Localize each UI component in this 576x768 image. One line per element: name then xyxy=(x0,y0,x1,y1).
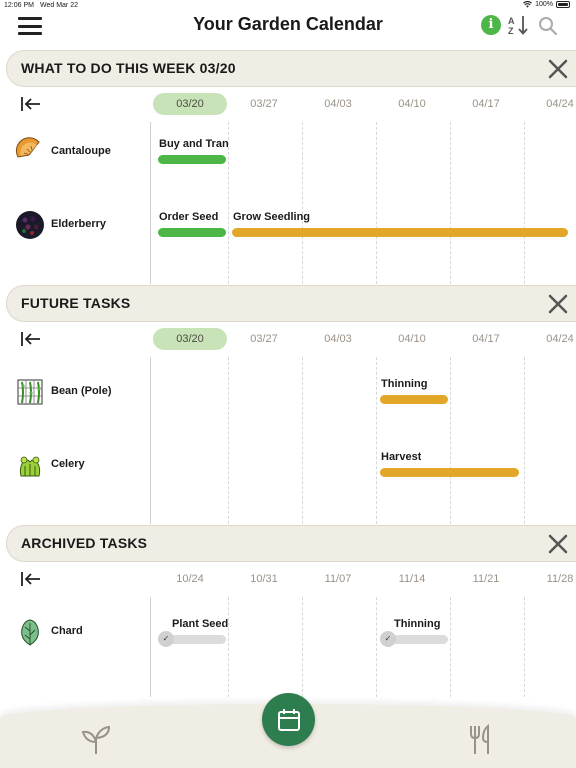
utensils-icon[interactable] xyxy=(468,724,494,756)
task-item[interactable]: Thinning xyxy=(380,378,448,408)
week-date[interactable]: 11/14 xyxy=(375,568,449,590)
section-title: WHAT TO DO THIS WEEK 03/20 xyxy=(21,60,236,76)
plant-row-elderberry[interactable]: Elderberry Order Seed Grow Seedling xyxy=(0,207,576,247)
week-date[interactable]: 03/27 xyxy=(227,93,301,115)
chard-icon xyxy=(21,619,39,646)
week-date[interactable]: 04/24 xyxy=(523,93,576,115)
close-icon[interactable] xyxy=(547,293,569,315)
plant-row-bean-pole[interactable]: Bean (Pole) Thinning xyxy=(0,374,576,414)
wifi-icon xyxy=(523,1,532,8)
status-time: 12:06 PM xyxy=(4,2,34,9)
check-icon: ✓ xyxy=(158,631,174,647)
section-header-this-week[interactable]: WHAT TO DO THIS WEEK 03/20 xyxy=(6,50,576,87)
plant-row-chard[interactable]: Chard Plant Seed ✓ Thinning ✓ xyxy=(0,614,576,654)
plant-name: Elderberry xyxy=(51,218,107,230)
task-bar xyxy=(158,228,226,237)
bean-icon xyxy=(17,379,43,405)
task-bar xyxy=(380,468,519,477)
task-item[interactable]: Grow Seedling xyxy=(232,211,568,241)
date-row: 03/20 03/27 04/03 04/10 04/17 04/24 xyxy=(0,328,576,350)
week-date[interactable]: 04/17 xyxy=(449,93,523,115)
status-right: 100% xyxy=(523,1,570,8)
task-item[interactable]: Thinning ✓ xyxy=(380,618,448,648)
task-label: Plant Seed xyxy=(172,618,229,630)
date-row: 10/24 10/31 11/07 11/14 11/21 11/28 xyxy=(0,568,576,590)
close-icon[interactable] xyxy=(547,533,569,555)
week-date[interactable]: 04/03 xyxy=(301,93,375,115)
calendar-button[interactable] xyxy=(262,693,315,746)
plant-name: Cantaloupe xyxy=(51,145,111,157)
collapse-left-icon[interactable] xyxy=(20,95,42,113)
status-date: Wed Mar 22 xyxy=(40,2,78,9)
week-date[interactable]: 11/21 xyxy=(449,568,523,590)
plant-name: Celery xyxy=(51,458,85,470)
task-label: Thinning xyxy=(381,378,428,390)
week-date[interactable]: 03/20 xyxy=(153,93,227,115)
task-item[interactable]: Order Seed xyxy=(158,211,226,241)
sort-az-icon[interactable]: A Z xyxy=(507,14,531,36)
task-item[interactable]: Plant Seed ✓ xyxy=(158,618,229,648)
plant-icon[interactable] xyxy=(80,724,112,756)
section-header-future[interactable]: FUTURE TASKS xyxy=(6,285,576,322)
week-date[interactable]: 04/17 xyxy=(449,328,523,350)
calendar-icon xyxy=(277,708,300,731)
collapse-left-icon[interactable] xyxy=(20,330,42,348)
top-bar: Your Garden Calendar i A Z xyxy=(0,12,576,50)
task-label: Order Seed xyxy=(159,211,219,223)
week-date[interactable]: 11/07 xyxy=(301,568,375,590)
task-item[interactable]: Buy and Tran... xyxy=(158,138,229,168)
plant-name: Chard xyxy=(51,625,83,637)
week-date[interactable]: 04/10 xyxy=(375,93,449,115)
search-icon[interactable] xyxy=(538,16,558,36)
week-date[interactable]: 04/24 xyxy=(523,328,576,350)
svg-text:A: A xyxy=(508,16,515,26)
section-title: FUTURE TASKS xyxy=(21,295,131,311)
plant-row-cantaloupe[interactable]: Cantaloupe Buy and Tran... xyxy=(0,134,576,174)
collapse-left-icon[interactable] xyxy=(20,570,42,588)
task-label: Thinning xyxy=(394,618,441,630)
celery-icon xyxy=(19,456,41,477)
task-item[interactable]: Harvest xyxy=(380,451,519,481)
task-bar xyxy=(232,228,568,237)
battery-icon xyxy=(556,1,570,8)
week-date[interactable]: 11/28 xyxy=(523,568,576,590)
plant-name: Bean (Pole) xyxy=(51,385,112,397)
section-title: ARCHIVED TASKS xyxy=(21,535,148,551)
week-date[interactable]: 10/24 xyxy=(153,568,227,590)
task-bar xyxy=(158,155,226,164)
section-header-archived[interactable]: ARCHIVED TASKS xyxy=(6,525,576,562)
check-icon: ✓ xyxy=(380,631,396,647)
battery-percent: 100% xyxy=(535,1,553,8)
task-bar xyxy=(380,395,448,404)
week-date[interactable]: 03/20 xyxy=(153,328,227,350)
date-row: 03/20 03/27 04/03 04/10 04/17 04/24 xyxy=(0,93,576,115)
week-date[interactable]: 10/31 xyxy=(227,568,301,590)
plant-row-celery[interactable]: Celery Harvest xyxy=(0,447,576,487)
cantaloupe-icon xyxy=(15,137,40,158)
task-label: Buy and Tran... xyxy=(159,138,229,150)
close-icon[interactable] xyxy=(547,58,569,80)
week-date[interactable]: 04/10 xyxy=(375,328,449,350)
elderberry-icon xyxy=(16,211,44,239)
week-date[interactable]: 04/03 xyxy=(301,328,375,350)
task-label: Grow Seedling xyxy=(233,211,311,223)
status-bar: 12:06 PM Wed Mar 22 100% xyxy=(0,0,576,12)
svg-text:Z: Z xyxy=(508,26,514,36)
task-label: Harvest xyxy=(381,451,422,463)
info-button[interactable]: i xyxy=(481,15,501,35)
week-date[interactable]: 03/27 xyxy=(227,328,301,350)
